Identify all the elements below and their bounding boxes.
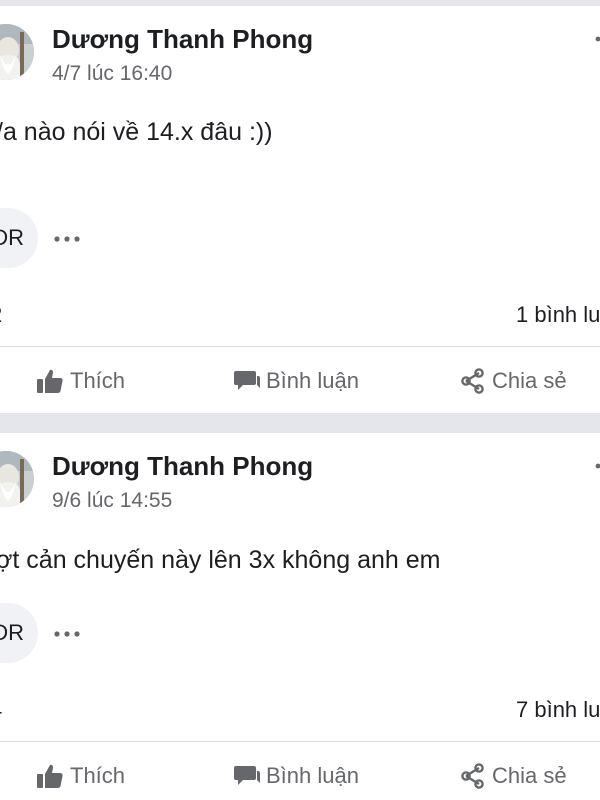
author-avatar[interactable]	[0, 24, 34, 80]
share-button[interactable]: Chia sẻ	[460, 361, 567, 401]
like-button[interactable]: Thích	[36, 361, 125, 401]
comment-button[interactable]: Bình luận	[234, 756, 359, 796]
thumbs-up-icon	[37, 369, 63, 393]
post-options-icon[interactable]	[588, 455, 600, 485]
news-feed: Dương Thanh Phong 4/7 lúc 16:40 /a nào n…	[0, 0, 600, 800]
action-divider	[0, 346, 600, 347]
like-label: Thích	[70, 368, 126, 393]
comment-bubble-icon	[234, 766, 260, 785]
comment-bubble-icon	[234, 371, 260, 390]
reaction-chip-label: DR	[0, 225, 24, 250]
post-options-icon[interactable]	[588, 28, 600, 58]
comment-count[interactable]: 1 bình lu	[516, 302, 600, 328]
post-card: Dương Thanh Phong 9/6 lúc 14:55 ợt cản c…	[0, 433, 600, 800]
avatar-image	[0, 451, 34, 507]
reaction-chip[interactable]: DR	[0, 603, 38, 663]
reaction-count[interactable]: 4	[0, 697, 2, 723]
share-label: Chia sẻ	[492, 368, 567, 393]
post-text: ợt cản chuyến này lên 3x không anh em	[0, 546, 441, 574]
share-icon	[461, 368, 484, 394]
more-horizontal-icon[interactable]	[52, 232, 84, 244]
comment-count[interactable]: 7 bình lu	[516, 697, 600, 723]
like-label: Thích	[70, 763, 126, 788]
post-timestamp[interactable]: 9/6 lúc 14:55	[52, 489, 172, 513]
share-button[interactable]: Chia sẻ	[460, 756, 567, 796]
thumbs-up-icon	[37, 764, 63, 788]
avatar-image	[0, 24, 34, 80]
share-icon	[461, 763, 484, 789]
author-name[interactable]: Dương Thanh Phong	[52, 24, 313, 55]
post-text: /a nào nói về 14.x đâu :))	[0, 118, 273, 146]
post-separator	[0, 413, 600, 433]
reaction-count[interactable]: 2	[0, 302, 2, 328]
author-name[interactable]: Dương Thanh Phong	[52, 451, 313, 482]
post-timestamp[interactable]: 4/7 lúc 16:40	[52, 62, 172, 86]
reaction-chip[interactable]: DR	[0, 208, 38, 268]
comment-label: Bình luận	[266, 763, 359, 788]
more-horizontal-icon[interactable]	[52, 627, 84, 639]
comment-button[interactable]: Bình luận	[234, 361, 359, 401]
author-avatar[interactable]	[0, 451, 34, 507]
like-button[interactable]: Thích	[36, 756, 125, 796]
comment-label: Bình luận	[266, 368, 359, 393]
reaction-chip-label: DR	[0, 620, 24, 645]
post-card: Dương Thanh Phong 4/7 lúc 16:40 /a nào n…	[0, 6, 600, 406]
share-label: Chia sẻ	[492, 763, 567, 788]
action-divider	[0, 741, 600, 742]
